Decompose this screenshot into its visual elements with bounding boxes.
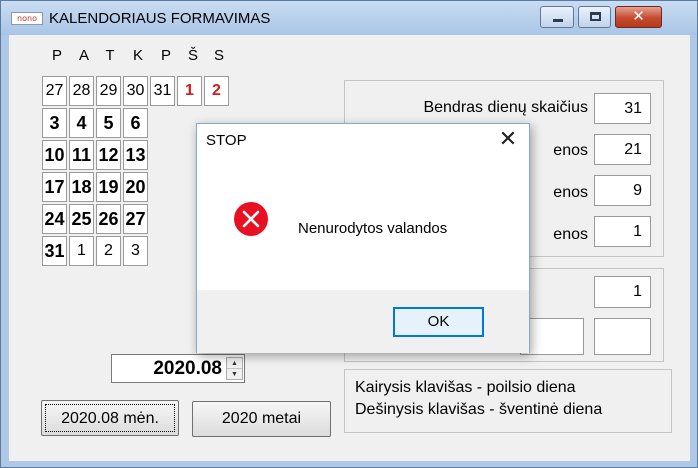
month-button[interactable]: 2020.08 mėn.	[41, 400, 179, 436]
month-spinner[interactable]: 2020.08 ▲ ▼	[111, 354, 245, 383]
holidays-value: 1	[594, 216, 651, 247]
weekday-header: P	[51, 47, 62, 64]
month-button-label: 2020.08 mėn.	[45, 404, 175, 432]
spinner-buttons: ▲ ▼	[226, 357, 243, 380]
window-title: KALENDORIAUS FORMAVIMAS	[49, 10, 271, 27]
calendar-day-cell[interactable]: 24	[42, 204, 67, 234]
dialog-footer: OK	[197, 290, 529, 353]
calendar-day-cell[interactable]: 31	[42, 236, 67, 266]
restdays-label: enos	[553, 184, 588, 201]
calendar-day-cell[interactable]: 28	[69, 76, 94, 106]
calendar-day-cell[interactable]: 17	[42, 172, 67, 202]
calendar-day-cell[interactable]: 3	[42, 108, 67, 138]
dialog-message: Nenurodytos valandos	[298, 220, 448, 237]
app-icon: nono	[11, 12, 43, 25]
workdays-label: enos	[553, 142, 588, 159]
calendar-day-cell[interactable]: 19	[96, 172, 121, 202]
calendar-day-cell[interactable]: 10	[42, 140, 67, 170]
calendar-day-cell[interactable]: 30	[123, 76, 148, 106]
dialog-title: STOP	[206, 132, 247, 149]
weekday-header: A	[78, 47, 89, 64]
title-bar[interactable]: nono KALENDORIAUS FORMAVIMAS ✕	[1, 1, 697, 35]
workdays-value: 21	[594, 134, 651, 165]
calendar-day-cell[interactable]: 20	[123, 172, 148, 202]
month-spinner-value[interactable]: 2020.08	[112, 355, 226, 382]
calendar-day-cell[interactable]: 25	[69, 204, 94, 234]
spinner-down-icon[interactable]: ▼	[227, 369, 242, 380]
weekday-header: Š	[187, 47, 198, 64]
calendar-day-cell[interactable]: 2	[96, 236, 121, 266]
right-key-hint: Dešinysis klavišas - šventinė diena	[355, 401, 603, 418]
weekday-header: S	[213, 47, 224, 64]
maximize-icon	[590, 12, 601, 21]
calendar-day-cell[interactable]: 13	[123, 140, 148, 170]
restdays-value: 9	[594, 175, 651, 206]
calendar-day-cell[interactable]: 5	[96, 108, 121, 138]
spinner-up-icon[interactable]: ▲	[227, 358, 242, 369]
year-button[interactable]: 2020 metai	[192, 401, 331, 437]
hours-value[interactable]: 1	[594, 276, 651, 308]
calendar-day-cell[interactable]: 26	[96, 204, 121, 234]
calendar-day-cell[interactable]: 29	[96, 76, 121, 106]
calendar-day-cell[interactable]: 3	[123, 236, 148, 266]
calendar-day-cell[interactable]: 27	[123, 204, 148, 234]
calendar-day-cell[interactable]: 31	[150, 76, 175, 106]
holidays-label: enos	[553, 226, 588, 243]
minimize-button[interactable]	[540, 6, 574, 28]
weekday-header: K	[132, 47, 143, 64]
calendar-day-cell[interactable]: 27	[42, 76, 67, 106]
close-icon: ✕	[632, 8, 645, 25]
weekday-header: T	[105, 47, 115, 64]
total-days-value: 31	[594, 93, 651, 124]
ok-button[interactable]: OK	[393, 307, 484, 337]
calendar-day-cell[interactable]: 2	[204, 76, 229, 106]
left-key-hint: Kairysis klavišas - poilsio diena	[355, 379, 576, 396]
maximize-button[interactable]	[578, 6, 611, 28]
calendar-day-cell[interactable]: 11	[69, 140, 94, 170]
minimize-icon	[553, 19, 563, 22]
stop-dialog: STOP ✕ Nenurodytos valandos OK	[196, 123, 530, 353]
weekday-header: P	[160, 47, 171, 64]
calendar-day-cell[interactable]: 1	[177, 76, 202, 106]
error-icon	[234, 202, 268, 236]
total-days-label: Bendras dienų skaičius	[423, 99, 588, 116]
hours-input-right[interactable]	[594, 318, 651, 355]
calendar-day-cell[interactable]: 4	[69, 108, 94, 138]
calendar-day-cell[interactable]: 6	[123, 108, 148, 138]
calendar-day-cell[interactable]: 1	[69, 236, 94, 266]
dialog-close-icon[interactable]: ✕	[495, 128, 521, 152]
close-button[interactable]: ✕	[615, 6, 662, 28]
calendar-day-cell[interactable]: 18	[69, 172, 94, 202]
calendar-day-cell[interactable]: 12	[96, 140, 121, 170]
